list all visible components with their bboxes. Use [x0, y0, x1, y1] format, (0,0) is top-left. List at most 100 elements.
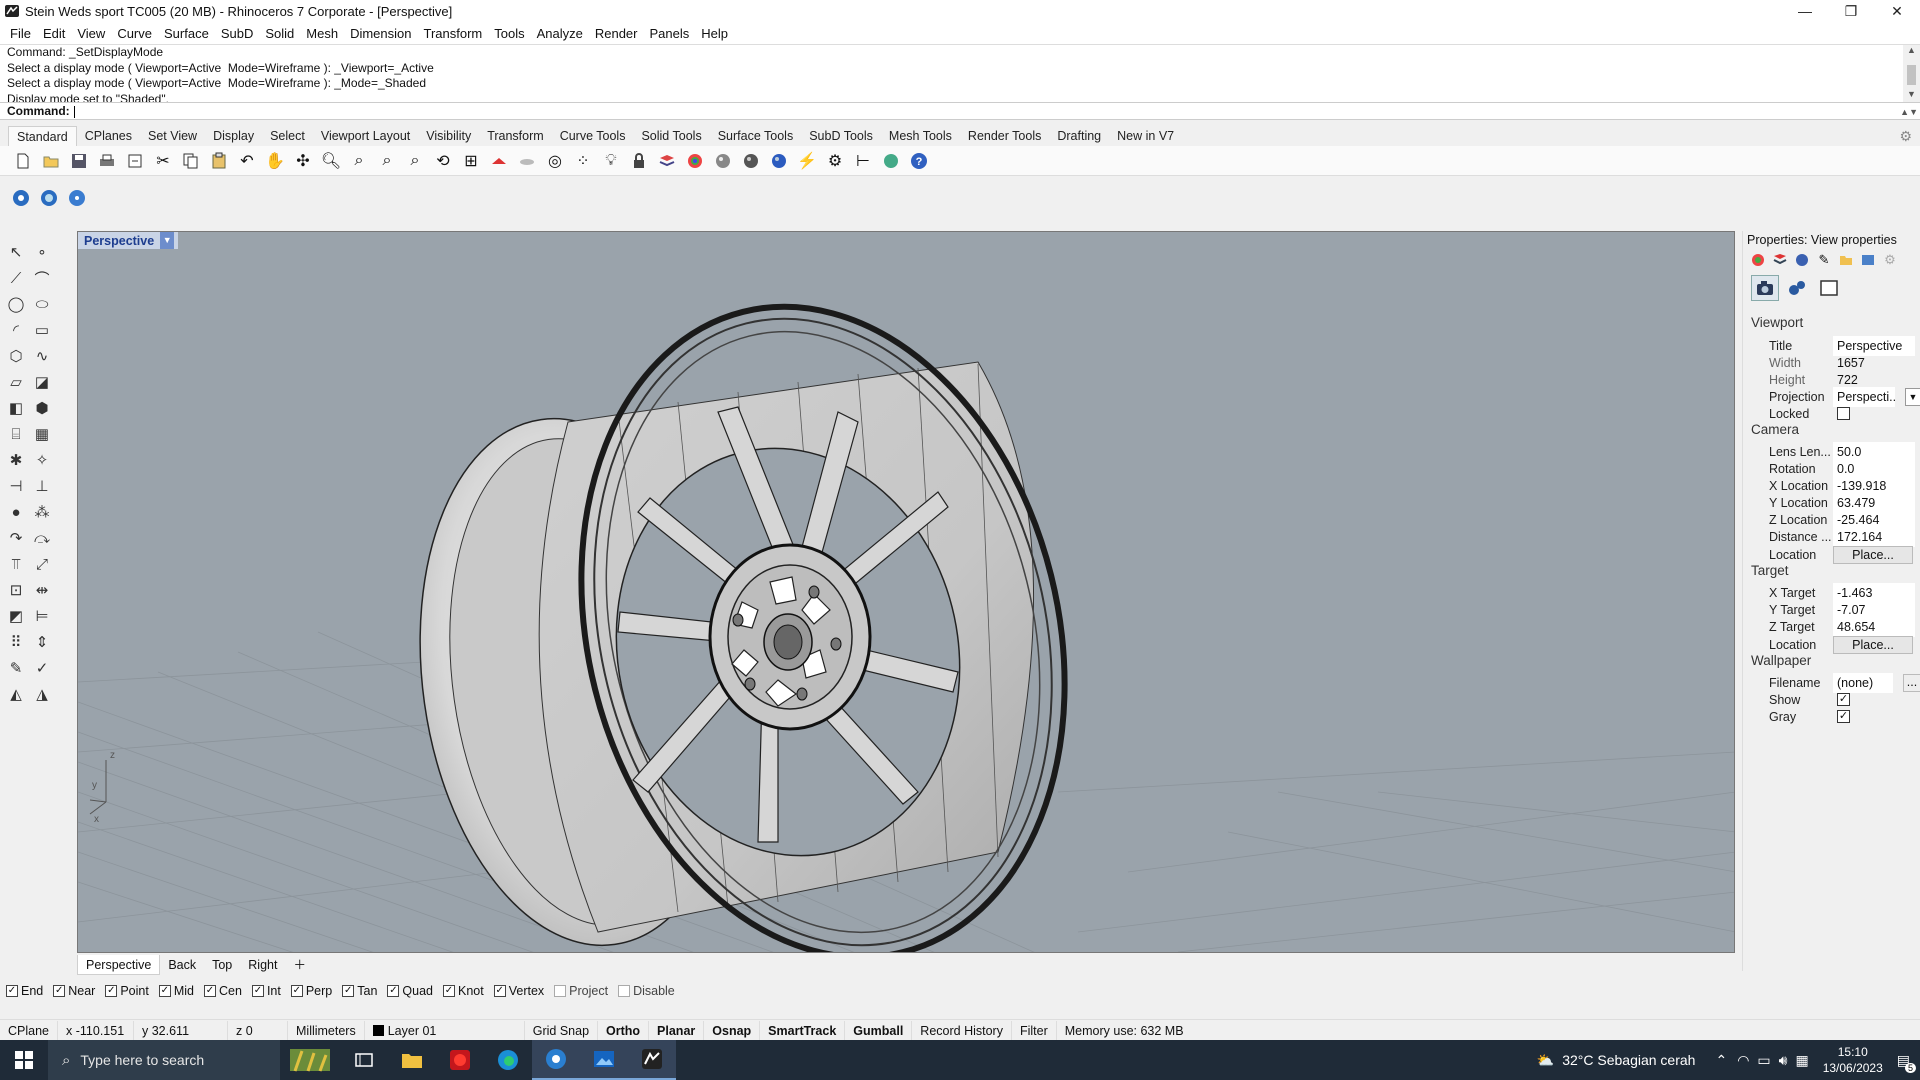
viewport-title[interactable]: Perspective ▼ — [78, 232, 179, 249]
menu-dimension[interactable]: Dimension — [344, 26, 417, 41]
perspective-viewport[interactable]: y z x Perspective ▼ — [77, 231, 1735, 953]
chrome-like-icon[interactable] — [532, 1040, 580, 1080]
tab-visibility[interactable]: Visibility — [418, 126, 479, 146]
ellipse-icon[interactable]: ⬭ — [30, 292, 54, 316]
layer-status[interactable]: Layer 01 — [365, 1020, 525, 1041]
menu-solid[interactable]: Solid — [259, 26, 300, 41]
scroll-up-icon[interactable]: ▲ — [1903, 45, 1920, 55]
command-line[interactable]: Command: ▲▼ — [0, 102, 1920, 120]
osnap-disable[interactable]: Disable — [618, 984, 675, 998]
osnap-knot[interactable]: ✓ Knot — [443, 984, 484, 998]
decal-icon[interactable] — [1791, 251, 1813, 269]
material-icon[interactable]: ◮ — [30, 682, 54, 706]
surface-tools-icon[interactable]: ◪ — [30, 370, 54, 394]
osnap-quad[interactable]: ✓ Quad — [387, 984, 433, 998]
camera-tab-icon[interactable] — [1751, 275, 1779, 301]
lock-icon[interactable] — [626, 148, 652, 174]
vtab-back[interactable]: Back — [160, 955, 204, 975]
notifications-icon[interactable]: ▤ 5 — [1897, 1052, 1916, 1073]
arc-icon[interactable]: ◜ — [4, 318, 28, 342]
scroll-down-icon[interactable]: ▼ — [1903, 89, 1920, 99]
set-view-icon[interactable] — [514, 148, 540, 174]
mirror-icon[interactable]: ⇹ — [30, 578, 54, 602]
layer-icon[interactable] — [654, 148, 680, 174]
volume-icon[interactable]: 🔊︎ — [1779, 1052, 1788, 1069]
import-icon[interactable] — [122, 148, 148, 174]
light-tools-icon[interactable]: ✱ — [4, 448, 28, 472]
tab-mesh-tools[interactable]: Mesh Tools — [881, 126, 960, 146]
osnap-checkbox[interactable]: ✓ — [53, 985, 66, 997]
osnap-checkbox[interactable]: ✓ — [251, 985, 264, 997]
osnap-near[interactable]: ✓ Near — [53, 984, 95, 998]
globe-icon[interactable] — [878, 148, 904, 174]
check-icon[interactable]: ✓ — [30, 656, 54, 680]
tab-display[interactable]: Display — [205, 126, 262, 146]
tab-select[interactable]: Select — [262, 126, 313, 146]
analyze-icon[interactable]: ◭ — [4, 682, 28, 706]
menu-transform[interactable]: Transform — [417, 26, 488, 41]
scroll-thumb[interactable] — [1907, 65, 1916, 85]
locked-checkbox[interactable] — [1837, 407, 1850, 420]
gear-icon[interactable]: ⚙ — [1899, 128, 1912, 145]
osnap-int[interactable]: ✓ Int — [251, 984, 281, 998]
mesh-icon[interactable]: ▦ — [30, 422, 54, 446]
array-icon[interactable]: ⊡ — [4, 578, 28, 602]
zoom-icon[interactable]: 🔍︎ — [318, 148, 344, 174]
curve-icon[interactable]: ⌒ — [30, 266, 54, 290]
print-icon[interactable] — [94, 148, 120, 174]
osnap-checkbox[interactable]: ✓ — [290, 985, 303, 997]
gumball-toggle[interactable]: Gumball — [845, 1020, 913, 1041]
folder-icon[interactable] — [1835, 251, 1857, 269]
light-property-icon[interactable]: ✎ — [1813, 251, 1835, 269]
planar-toggle[interactable]: Planar — [649, 1020, 705, 1041]
filter-toggle[interactable]: Filter — [1012, 1020, 1057, 1041]
undo-view-icon[interactable]: ⟲ — [430, 148, 456, 174]
rendered-sphere-icon[interactable] — [766, 148, 792, 174]
paste-icon[interactable] — [206, 148, 232, 174]
osnap-end[interactable]: ✓ End — [6, 984, 43, 998]
scale-icon[interactable]: ⤢ — [30, 552, 54, 576]
osnap-checkbox[interactable]: ✓ — [158, 985, 171, 997]
chevron-up-icon[interactable]: ⌃ — [1715, 1052, 1727, 1069]
show-checkbox[interactable]: ✓ — [1837, 693, 1850, 706]
settings-faded-icon[interactable]: ⚙ — [1879, 251, 1901, 269]
boolean-icon[interactable]: ● — [4, 500, 28, 524]
save-icon[interactable] — [66, 148, 92, 174]
menu-view[interactable]: View — [71, 26, 111, 41]
point-icon[interactable]: ∘ — [30, 240, 54, 264]
clock[interactable]: 15:10 13/06/2023 — [1823, 1044, 1883, 1076]
render-tools-icon[interactable]: ✧ — [30, 448, 54, 472]
tab-subd-tools[interactable]: SubD Tools — [801, 126, 881, 146]
cplane-icon[interactable] — [486, 148, 512, 174]
measure-icon[interactable]: ⊨ — [30, 604, 54, 628]
osnap-checkbox[interactable]: ✓ — [105, 985, 118, 997]
polygon-icon[interactable]: ⬡ — [4, 344, 28, 368]
tab-transform[interactable]: Transform — [479, 126, 552, 146]
gear-blue-icon[interactable] — [8, 185, 34, 211]
language-icon[interactable]: ▦ — [1795, 1052, 1808, 1069]
maximize-button[interactable]: ❐ — [1828, 0, 1874, 22]
taskbar-search[interactable]: ⌕ Type here to search — [48, 1040, 280, 1080]
surface-icon[interactable]: ▱ — [4, 370, 28, 394]
tab-solid-tools[interactable]: Solid Tools — [633, 126, 709, 146]
tab-drafting[interactable]: Drafting — [1049, 126, 1109, 146]
cylinder-icon[interactable]: ⌸ — [4, 422, 28, 446]
gear-blue-icon[interactable] — [64, 185, 90, 211]
tab-viewport-layout[interactable]: Viewport Layout — [313, 126, 418, 146]
light-icon[interactable]: 💡︎ — [598, 148, 624, 174]
pen-icon[interactable]: ✎ — [4, 656, 28, 680]
tab-render-tools[interactable]: Render Tools — [960, 126, 1049, 146]
photos-icon[interactable] — [580, 1040, 628, 1080]
trim-icon[interactable]: ⫪ — [4, 552, 28, 576]
smarttrack-toggle[interactable]: SmartTrack — [760, 1020, 846, 1041]
dimension-tools-icon[interactable]: ⊣ — [4, 474, 28, 498]
tab-set-view[interactable]: Set View — [140, 126, 205, 146]
tab-curve-tools[interactable]: Curve Tools — [552, 126, 634, 146]
osnap-point[interactable]: ✓ Point — [105, 984, 149, 998]
settings-gears-icon[interactable]: ⚙ — [822, 148, 848, 174]
circle-icon[interactable]: ◯ — [4, 292, 28, 316]
units-status[interactable]: Millimeters — [288, 1020, 365, 1041]
add-viewport-icon[interactable]: ＋ — [285, 955, 314, 975]
new-file-icon[interactable] — [10, 148, 36, 174]
menu-panels[interactable]: Panels — [643, 26, 695, 41]
